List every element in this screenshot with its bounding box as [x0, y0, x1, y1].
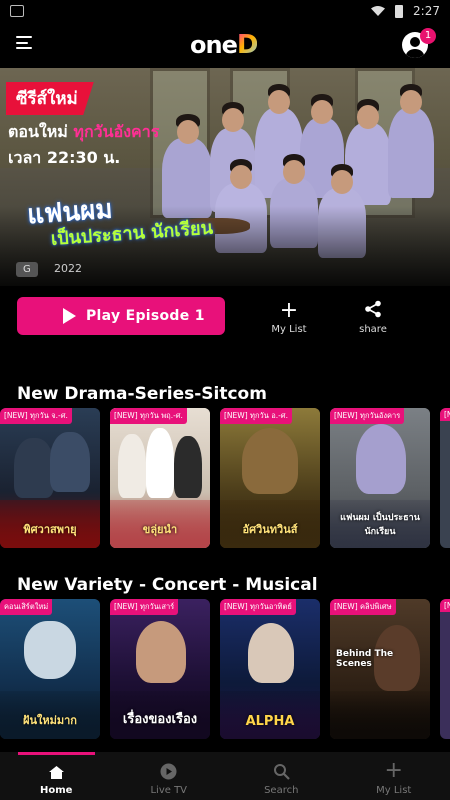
search-icon: [225, 762, 338, 782]
notification-icon: [10, 5, 24, 17]
plus-icon: +: [279, 298, 299, 323]
section-title-drama: New Drama-Series-Sitcom: [17, 384, 267, 404]
content-card[interactable]: [NEW]: [440, 599, 450, 739]
time-text: เวลา 22:30 น.: [8, 148, 121, 167]
onedd-logo: oneD: [190, 30, 258, 60]
new-series-badge: ซีรีส์ใหม่: [6, 82, 94, 115]
drama-carousel[interactable]: [NEW] ทุกวัน จ.-ศ. พิศวาสพายุ [NEW] ทุกว…: [0, 408, 450, 548]
status-bar: 2:27: [0, 0, 450, 22]
schedule-text: ตอนใหม่ ทุกวันอังคาร: [8, 122, 160, 141]
nav-my-list[interactable]: + My List: [338, 752, 450, 800]
share-button[interactable]: share: [343, 300, 403, 335]
bottom-navigation: Home Live TV Search + My List: [0, 752, 450, 800]
content-card[interactable]: [NEW] ทุกวัน พฤ.-ศ. ขลุ่ยนำ: [110, 408, 210, 548]
play-episode-button[interactable]: Play Episode 1: [17, 297, 225, 335]
notification-badge: 1: [420, 28, 436, 44]
menu-icon[interactable]: [16, 36, 32, 50]
content-card[interactable]: [NEW] ทุกวันอังคาร แฟนผม เป็นประธาน นักเ…: [330, 408, 430, 548]
nav-search[interactable]: Search: [225, 752, 338, 800]
content-rating-badge: G: [16, 262, 38, 277]
battery-icon: [395, 4, 404, 18]
nav-live-tv[interactable]: Live TV: [113, 752, 226, 800]
variety-carousel[interactable]: คอนเสิร์ตใหม่ ฝันใหม่มาก [NEW] ทุกวันเสา…: [0, 599, 450, 739]
home-icon: [0, 762, 113, 782]
content-card[interactable]: [NEW] คลิปพิเศษ Behind The Scenes: [330, 599, 430, 739]
section-title-variety: New Variety - Concert - Musical: [17, 575, 318, 595]
play-icon: [63, 308, 76, 324]
nav-home[interactable]: Home: [0, 752, 113, 800]
status-icons: 2:27: [371, 4, 440, 18]
app-header: oneD 1: [0, 22, 450, 68]
content-card[interactable]: [NEW]: [440, 408, 450, 548]
content-card[interactable]: [NEW] ทุกวัน จ.-ศ. พิศวาสพายุ: [0, 408, 100, 548]
hero-banner[interactable]: ซีรีส์ใหม่ ตอนใหม่ ทุกวันอังคาร เวลา 22:…: [0, 68, 450, 286]
live-tv-icon: [113, 762, 226, 782]
share-icon: [343, 300, 403, 322]
content-card[interactable]: [NEW] ทุกวัน อ.-ศ. อัศวินทวินส์: [220, 408, 320, 548]
plus-icon: +: [384, 758, 403, 783]
wifi-icon: [371, 6, 386, 16]
status-time: 2:27: [413, 4, 440, 18]
content-card[interactable]: คอนเสิร์ตใหม่ ฝันใหม่มาก: [0, 599, 100, 739]
release-year: 2022: [54, 262, 82, 275]
content-card[interactable]: [NEW] ทุกวันเสาร์ เรื่องของเรือง: [110, 599, 210, 739]
content-card[interactable]: [NEW] ทุกวันอาทิตย์ ALPHA: [220, 599, 320, 739]
my-list-button[interactable]: + My List: [259, 298, 319, 336]
